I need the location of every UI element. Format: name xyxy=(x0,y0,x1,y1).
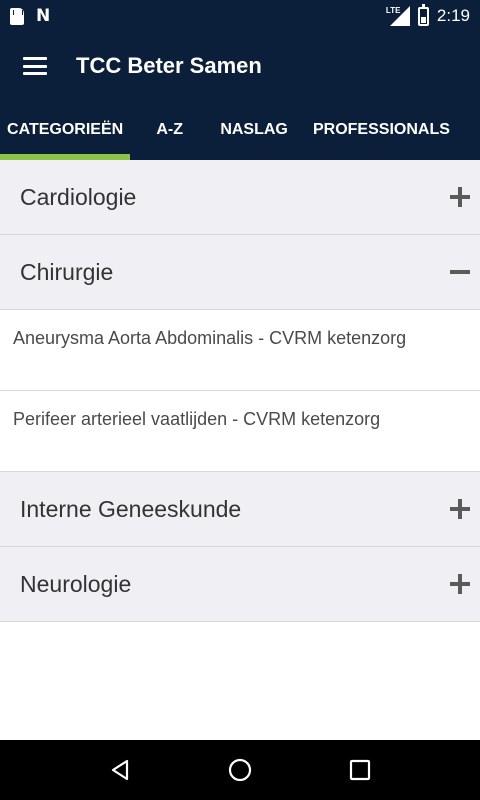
status-right: LTE 2:19 xyxy=(386,3,470,26)
clock: 2:19 xyxy=(436,6,470,25)
tab-categorieen[interactable]: CATEGORIEËN xyxy=(0,100,131,160)
tab-bar: CATEGORIEËN A-Z NASLAG PROFESSIONALS xyxy=(0,100,480,160)
status-left: N xyxy=(10,5,51,26)
battery-icon xyxy=(417,3,429,26)
tab-professionals[interactable]: PROFESSIONALS xyxy=(299,100,480,160)
category-chirurgie[interactable]: Chirurgie xyxy=(0,235,480,310)
home-icon[interactable] xyxy=(220,750,260,790)
minus-icon[interactable] xyxy=(450,262,470,282)
category-label: Interne Geneeskunde xyxy=(20,495,242,522)
tab-naslag[interactable]: NASLAG xyxy=(209,100,299,160)
category-list: Cardiologie Chirurgie Aneurysma Aorta Ab… xyxy=(0,160,480,622)
list-item-label: Perifeer arterieel vaatlijden - CVRM ket… xyxy=(13,409,381,429)
recents-icon[interactable] xyxy=(340,750,380,790)
menu-icon[interactable] xyxy=(23,57,47,75)
plus-icon[interactable] xyxy=(450,574,470,594)
category-label: Neurologie xyxy=(20,570,132,597)
category-label: Chirurgie xyxy=(20,258,114,285)
n-notification-icon: N xyxy=(36,5,51,26)
tab-a-z[interactable]: A-Z xyxy=(130,100,209,160)
category-cardiologie[interactable]: Cardiologie xyxy=(0,160,480,235)
status-bar: N LTE 2:19 xyxy=(0,0,480,32)
back-icon[interactable] xyxy=(100,750,140,790)
plus-icon[interactable] xyxy=(450,187,470,207)
list-item-label: Aneurysma Aorta Abdominalis - CVRM keten… xyxy=(13,328,407,348)
system-nav-bar xyxy=(0,740,480,800)
network-type-label: LTE xyxy=(385,6,401,15)
list-item[interactable]: Perifeer arterieel vaatlijden - CVRM ket… xyxy=(0,391,480,472)
sd-card-icon xyxy=(10,7,24,25)
app-title: TCC Beter Samen xyxy=(76,53,262,78)
app-bar: TCC Beter Samen xyxy=(0,32,480,100)
category-neurologie[interactable]: Neurologie xyxy=(0,547,480,622)
list-item[interactable]: Aneurysma Aorta Abdominalis - CVRM keten… xyxy=(0,310,480,391)
category-interne-geneeskunde[interactable]: Interne Geneeskunde xyxy=(0,472,480,547)
signal-indicator: LTE xyxy=(386,6,410,26)
plus-icon[interactable] xyxy=(450,499,470,519)
category-label: Cardiologie xyxy=(20,183,137,210)
